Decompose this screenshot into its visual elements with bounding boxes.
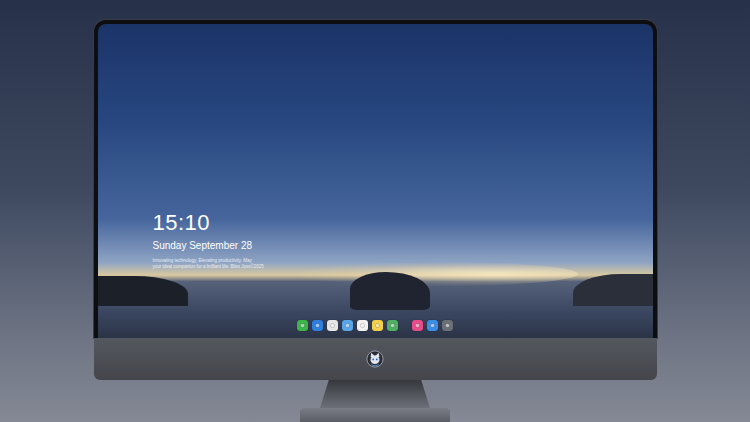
shore-left: [98, 276, 188, 306]
clock-date: Sunday September 28: [153, 239, 264, 252]
monitor-chin: [94, 338, 657, 380]
app-icon[interactable]: [412, 320, 423, 331]
lock-screen-info: 15:10 Sunday September 28 Innovating techn…: [153, 210, 264, 270]
brand-logo-icon: [366, 350, 384, 368]
monitor-bezel: 15:10 Sunday September 28 Innovating techn…: [94, 20, 657, 338]
stand-base: [300, 408, 450, 422]
app-icon[interactable]: [327, 320, 338, 331]
dock-group: [297, 320, 398, 331]
app-icon[interactable]: [442, 320, 453, 331]
tagline-line: Innovating technology, Elevating product…: [153, 258, 264, 264]
app-icon[interactable]: [427, 320, 438, 331]
wallpaper-photo: [98, 24, 653, 338]
monitor-stand: [300, 380, 450, 422]
app-icon[interactable]: [387, 320, 398, 331]
monitor: 15:10 Sunday September 28 Innovating techn…: [94, 20, 657, 380]
app-icon[interactable]: [357, 320, 368, 331]
rock: [350, 272, 430, 310]
stand-neck: [320, 380, 430, 408]
clock-time: 15:10: [153, 210, 264, 236]
horizon-glow: [298, 262, 578, 286]
desktop-screen: 15:10 Sunday September 28 Innovating techn…: [98, 24, 653, 338]
dock: [295, 319, 455, 332]
tagline-line: your ideal companion for a brilliant lif…: [153, 264, 264, 270]
tagline: Innovating technology, Elevating product…: [153, 258, 264, 270]
app-icon[interactable]: [297, 320, 308, 331]
app-icon[interactable]: [342, 320, 353, 331]
app-icon[interactable]: [312, 320, 323, 331]
dock-group: [412, 320, 453, 331]
app-icon[interactable]: [372, 320, 383, 331]
shore-right: [573, 274, 653, 306]
